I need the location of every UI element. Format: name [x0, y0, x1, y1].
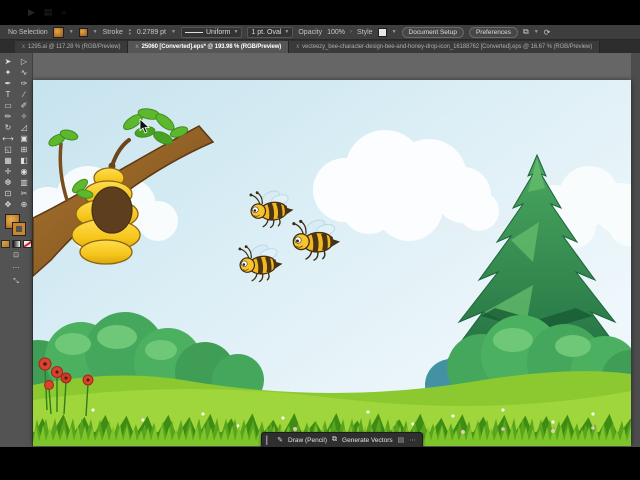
gradient-tool[interactable]: ◧ — [18, 155, 31, 166]
document-tab[interactable]: x vecteezy_bee-character-design-bee-and-… — [289, 41, 601, 53]
more-tools-icon[interactable]: ⋯ — [0, 264, 32, 274]
type-tool[interactable]: T — [2, 89, 15, 100]
opacity-value[interactable]: 100% — [327, 29, 345, 36]
mouse-cursor — [139, 119, 150, 134]
shape-builder-tool[interactable]: ◱ — [2, 144, 15, 155]
hand-tool[interactable]: ✥ — [2, 199, 15, 210]
stroke-label: Stroke — [102, 28, 123, 36]
fill-stroke-indicator[interactable] — [5, 214, 27, 238]
workspace: ➤ ▷ ✦ ∿ ✒ ✑ T ∕ ▭ ✐ ✏ ✧ ↻ ◿ ⟷ ▣ ◱ ⊞ ▦ ◧ ✛ ◉ ❆ ▥ ⊡ ✂ ✥ ⊕ ⊡ ⋯ ⤡ — [0, 53, 640, 447]
share-caret-icon[interactable]: ▼ — [534, 29, 539, 35]
control-bar: No Selection ▼ ▼ Stroke ▲ ▼ 0.2789 pt ▼ U… — [0, 25, 640, 40]
app-home-icon[interactable]: ▶ — [28, 7, 35, 18]
free-transform-tool[interactable]: ▣ — [18, 133, 31, 144]
app-bar: ▶ ▤ ⌕ — [28, 7, 66, 18]
fill-caret-icon[interactable]: ▼ — [69, 29, 74, 35]
artwork-scene — [33, 80, 631, 446]
preferences-button[interactable]: Preferences — [468, 26, 518, 38]
selection-status: No Selection — [8, 28, 48, 36]
artboard[interactable] — [33, 80, 631, 446]
tab-label: 25060 [Converted].eps* @ 193.98 % (RGB/P… — [141, 44, 282, 50]
fill-color-swatch[interactable] — [52, 26, 64, 38]
style-caret-icon[interactable]: ▼ — [392, 29, 397, 35]
generate-vectors-icon: ⧉ — [332, 436, 338, 443]
tab-close-icon[interactable]: x — [135, 44, 138, 50]
pencil-icon: ✎ — [277, 437, 284, 444]
shaper-tool[interactable]: ✧ — [18, 111, 31, 122]
magic-wand-tool[interactable]: ✦ — [2, 67, 15, 78]
brush-caret-icon: ▼ — [284, 28, 290, 35]
draw-pencil-button[interactable]: Draw (Pencil) — [288, 437, 327, 444]
none-button[interactable] — [22, 240, 32, 248]
collapse-panel-icon[interactable]: ⤡ — [0, 277, 32, 287]
letterbox-bottom — [0, 447, 640, 480]
symbol-sprayer-tool[interactable]: ❆ — [2, 177, 15, 188]
taskbar-more-button[interactable]: ⋯ — [409, 436, 416, 444]
document-setup-button[interactable]: Document Setup — [401, 26, 464, 38]
cloud-sync-icon[interactable]: ⟳ — [544, 28, 551, 37]
width-profile-preview — [184, 31, 203, 33]
mesh-tool[interactable]: ▦ — [2, 155, 15, 166]
artboard-tool[interactable]: ⊡ — [2, 188, 15, 199]
lasso-tool[interactable]: ∿ — [18, 67, 31, 78]
opacity-label: Opacity — [298, 28, 323, 36]
drawing-modes-icon[interactable]: ⊡ — [0, 251, 32, 261]
arrange-documents-icon[interactable]: ▤ — [44, 7, 53, 18]
illustrator-window: ▶ ▤ ⌕ No Selection ▼ ▼ Stroke ▲ ▼ 0.2789 … — [0, 0, 640, 480]
width-profile-caret-icon: ▼ — [233, 28, 239, 35]
tools-panel: ➤ ▷ ✦ ∿ ✒ ✑ T ∕ ▭ ✐ ✏ ✧ ↻ ◿ ⟷ ▣ ◱ ⊞ ▦ ◧ ✛ ◉ ❆ ▥ ⊡ ✂ ✥ ⊕ ⊡ ⋯ ⤡ — [0, 53, 33, 447]
stroke-color-swatch[interactable] — [78, 27, 88, 37]
pen-tool[interactable]: ✒ — [2, 78, 15, 89]
line-segment-tool[interactable]: ∕ — [18, 89, 31, 100]
direct-selection-tool[interactable]: ▷ — [18, 56, 31, 67]
column-graph-tool[interactable]: ▥ — [18, 177, 31, 188]
pencil-tool[interactable]: ✏ — [2, 111, 15, 122]
taskbar-panel-icon[interactable]: ▤ — [398, 436, 405, 444]
zoom-tool[interactable]: ⊕ — [18, 199, 31, 210]
generate-vectors-button[interactable]: Generate Vectors — [342, 437, 393, 444]
document-tab[interactable]: x 1295.ai @ 117.28 % (RGB/Preview) — [15, 41, 129, 53]
contextual-task-bar[interactable]: ▎ ✎ Draw (Pencil) ⧉ Generate Vectors ▤ ⋯ — [261, 432, 423, 448]
selection-tool[interactable]: ➤ — [2, 56, 15, 67]
hive-entrance — [91, 186, 133, 234]
opacity-panel-chevron-icon[interactable]: › — [350, 29, 352, 35]
document-tab[interactable]: x 25060 [Converted].eps* @ 193.98 % (RGB… — [128, 41, 290, 53]
tab-label: 1295.ai @ 117.28 % (RGB/Preview) — [27, 44, 121, 50]
color-button[interactable] — [0, 240, 10, 248]
eyedropper-tool[interactable]: ✛ — [2, 166, 15, 177]
style-swatch[interactable] — [377, 27, 387, 37]
brush-definition-dropdown[interactable]: 1 pt. Oval ▼ — [247, 26, 294, 38]
blend-tool[interactable]: ◉ — [18, 166, 31, 177]
paintbrush-tool[interactable]: ✐ — [18, 100, 31, 111]
tab-close-icon[interactable]: x — [22, 44, 25, 50]
perspective-grid-tool[interactable]: ⊞ — [18, 144, 31, 155]
rotate-tool[interactable]: ↻ — [2, 122, 15, 133]
scale-tool[interactable]: ◿ — [18, 122, 31, 133]
stroke-weight-value[interactable]: 0.2789 pt — [137, 29, 166, 36]
taskbar-drag-handle[interactable]: ▎ — [266, 436, 272, 445]
search-icon[interactable]: ⌕ — [61, 7, 66, 18]
style-label: Style — [357, 28, 373, 36]
stroke-weight-caret-icon[interactable]: ▼ — [171, 29, 176, 35]
tab-close-icon[interactable]: x — [296, 44, 299, 50]
brush-definition-value: 1 pt. Oval — [251, 28, 282, 36]
rectangle-tool[interactable]: ▭ — [2, 100, 15, 111]
stroke-caret-icon[interactable]: ▼ — [93, 29, 98, 35]
width-tool[interactable]: ⟷ — [2, 133, 15, 144]
width-profile-value: Uniform — [205, 28, 231, 36]
gradient-button[interactable] — [11, 240, 21, 248]
document-tab-bar: x 1295.ai @ 117.28 % (RGB/Preview) x 250… — [0, 40, 640, 53]
variable-width-profile-dropdown[interactable]: Uniform ▼ — [180, 26, 243, 38]
curvature-tool[interactable]: ✑ — [18, 78, 31, 89]
stroke-swatch[interactable] — [12, 222, 26, 236]
canvas-pasteboard[interactable] — [33, 53, 631, 447]
tab-label: vecteezy_bee-character-design-bee-and-ho… — [302, 44, 593, 50]
share-document-icon[interactable]: ⧉ — [523, 27, 529, 37]
stroke-weight-stepper[interactable]: ▲ ▼ — [128, 28, 132, 36]
slice-tool[interactable]: ✂ — [18, 188, 31, 199]
